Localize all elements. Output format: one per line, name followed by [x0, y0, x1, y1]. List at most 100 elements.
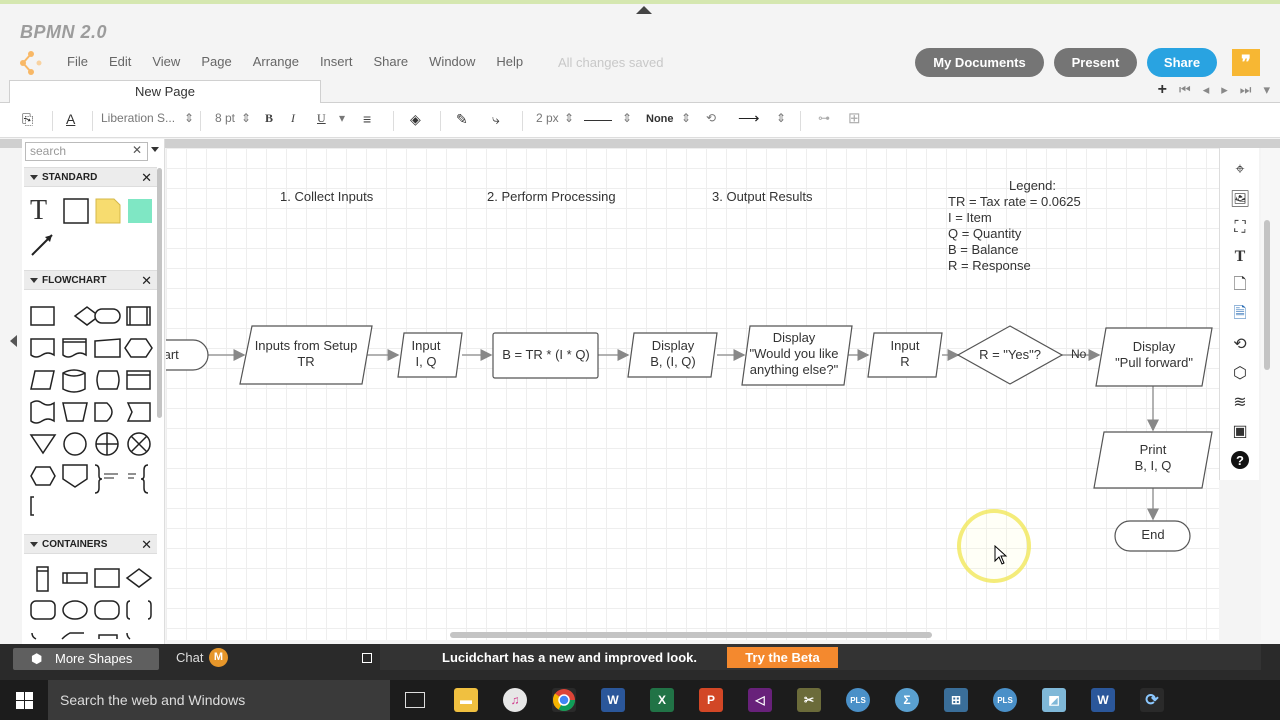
align-icon[interactable]: ≡	[363, 111, 371, 127]
menu-view[interactable]: View	[152, 54, 180, 69]
canvas-vertical-scrollbar[interactable]	[1264, 220, 1270, 370]
node-display-ask[interactable]: Display "Would you like anything else?"	[741, 325, 853, 386]
quote-icon[interactable]: ❞	[1232, 49, 1260, 76]
node-display-pull[interactable]: Display "Pull forward"	[1095, 327, 1213, 387]
page-size-icon[interactable]: ⛶	[1230, 218, 1250, 238]
excel-icon[interactable]: X	[650, 688, 674, 712]
chat-avatar[interactable]: M	[209, 648, 228, 667]
grid-app-icon[interactable]: ⊞	[944, 688, 968, 712]
text-color-icon[interactable]: A	[66, 111, 75, 127]
next-page-icon[interactable]: ▸	[1221, 82, 1228, 98]
font-size-stepper-icon[interactable]: ⇕	[241, 111, 251, 125]
prev-page-icon[interactable]: ◂	[1203, 82, 1210, 98]
line-color-icon[interactable]: ✎	[456, 111, 468, 128]
legend[interactable]: Legend: TR = Tax rate = 0.0625 I = Item …	[948, 178, 1081, 273]
section-standard[interactable]: STANDARD ✕	[24, 167, 157, 187]
chrome-icon[interactable]	[552, 688, 576, 712]
menu-insert[interactable]: Insert	[320, 54, 353, 69]
collapse-left-panel-icon[interactable]	[10, 335, 17, 347]
font-family-select[interactable]: Liberation S...	[101, 111, 175, 125]
underline-button[interactable]: U	[317, 111, 326, 126]
node-display-biq[interactable]: Display B, (I, Q)	[627, 332, 718, 378]
shape-panel-scrollbar[interactable]	[157, 168, 162, 418]
italic-button[interactable]: I	[291, 111, 295, 126]
document-data-icon[interactable]: 🗎	[1230, 305, 1250, 325]
chat-expand-icon[interactable]	[362, 653, 372, 663]
image-icon[interactable]: 🖼	[1230, 189, 1250, 209]
close-section-icon[interactable]: ✕	[141, 535, 152, 554]
pls-app-2-icon[interactable]: PLS	[993, 688, 1017, 712]
powerpoint-icon[interactable]: P	[699, 688, 723, 712]
fill-color-icon[interactable]: ◈	[410, 111, 421, 128]
node-start[interactable]: tart	[166, 339, 209, 371]
menu-page[interactable]: Page	[201, 54, 231, 69]
try-beta-button[interactable]: Try the Beta	[727, 647, 838, 668]
arrow-end-stepper-icon[interactable]: ⇕	[776, 111, 786, 125]
history-icon[interactable]: ⟲	[1230, 334, 1250, 354]
close-section-icon[interactable]: ✕	[141, 168, 152, 187]
word-icon[interactable]: W	[601, 688, 625, 712]
insert-shape-icon[interactable]: ⊞	[848, 109, 861, 127]
last-page-icon[interactable]: ⏭	[1240, 82, 1252, 98]
text-options-icon[interactable]: T	[1230, 247, 1250, 267]
layers-icon[interactable]: ≋	[1230, 392, 1250, 412]
my-documents-button[interactable]: My Documents	[915, 48, 1044, 77]
share-button[interactable]: Share	[1147, 48, 1217, 77]
underline-dropdown-icon[interactable]: ▾	[339, 111, 345, 125]
shape-search-input[interactable]: search	[25, 142, 148, 161]
node-inputs-from-setup[interactable]: Inputs from Setup TR	[239, 325, 373, 385]
menu-window[interactable]: Window	[429, 54, 475, 69]
flowchart-shapes[interactable]	[22, 295, 157, 525]
crosshair-icon[interactable]: ⌖	[1230, 160, 1250, 180]
menu-edit[interactable]: Edit	[109, 54, 131, 69]
menu-file[interactable]: File	[67, 54, 88, 69]
page-settings-icon[interactable]: 🗋	[1230, 276, 1250, 296]
tools-icon[interactable]: ✂	[797, 688, 821, 712]
node-process-calc[interactable]: B = TR * (I * Q)	[492, 332, 599, 379]
swap-arrows-icon[interactable]: ⟲	[706, 111, 716, 125]
section-flowchart[interactable]: FLOWCHART ✕	[24, 270, 157, 290]
chat-button[interactable]: Chat	[176, 650, 203, 665]
sync-app-icon[interactable]: ⟳	[1140, 688, 1164, 712]
node-end[interactable]: End	[1114, 520, 1191, 552]
line-pattern-stepper-icon[interactable]: ⇕	[622, 111, 632, 125]
arrow-start-select[interactable]: None	[646, 113, 674, 125]
windows-start-icon[interactable]	[16, 692, 33, 709]
taskbar-search-input[interactable]: Search the web and Windows	[48, 680, 390, 720]
close-section-icon[interactable]: ✕	[141, 271, 152, 290]
file-explorer-icon[interactable]: ▬	[454, 688, 478, 712]
node-input-iq[interactable]: Input I, Q	[397, 332, 463, 378]
sigma-app-icon[interactable]: Σ	[895, 688, 919, 712]
present-button[interactable]: Present	[1054, 48, 1137, 77]
section-containers[interactable]: CONTAINERS ✕	[24, 534, 157, 554]
node-decision[interactable]: R = "Yes"?	[956, 325, 1064, 385]
add-page-icon[interactable]: +	[1158, 82, 1167, 98]
link-icon[interactable]: ⊶	[818, 111, 830, 125]
container-shapes[interactable]	[22, 559, 157, 643]
line-pattern-icon[interactable]	[584, 120, 612, 121]
task-view-icon[interactable]	[405, 692, 425, 708]
word-2-icon[interactable]: W	[1091, 688, 1115, 712]
presentation-icon[interactable]: ▣	[1230, 421, 1250, 441]
document-title[interactable]: BPMN 2.0	[20, 22, 107, 43]
itunes-icon[interactable]: ♫	[503, 688, 527, 712]
bold-button[interactable]: B	[265, 111, 273, 126]
arrow-end-icon[interactable]: ⟶	[738, 109, 760, 127]
help-icon[interactable]: ?	[1230, 450, 1250, 470]
collapse-header-icon[interactable]	[636, 6, 652, 14]
info-icon[interactable]: ⬡	[1230, 363, 1250, 383]
diagram-canvas[interactable]: 1. Collect Inputs 2. Perform Processing …	[166, 148, 1219, 640]
clear-search-icon[interactable]: ✕	[132, 143, 142, 157]
line-style-icon[interactable]: ⤷	[492, 111, 500, 128]
node-print[interactable]: Print B, I, Q	[1093, 431, 1213, 489]
line-width-field[interactable]: 2 px	[536, 111, 559, 125]
format-painter-icon[interactable]: ⎘	[22, 111, 33, 128]
pls-app-icon[interactable]: PLS	[846, 688, 870, 712]
standard-shapes[interactable]: T	[22, 191, 157, 263]
font-size-field[interactable]: 8 pt	[215, 111, 235, 125]
line-width-stepper-icon[interactable]: ⇕	[564, 111, 574, 125]
search-dropdown-icon[interactable]	[151, 147, 159, 152]
font-family-stepper-icon[interactable]: ⇕	[184, 111, 194, 125]
notes-app-icon[interactable]: ◩	[1042, 688, 1066, 712]
menu-help[interactable]: Help	[496, 54, 523, 69]
